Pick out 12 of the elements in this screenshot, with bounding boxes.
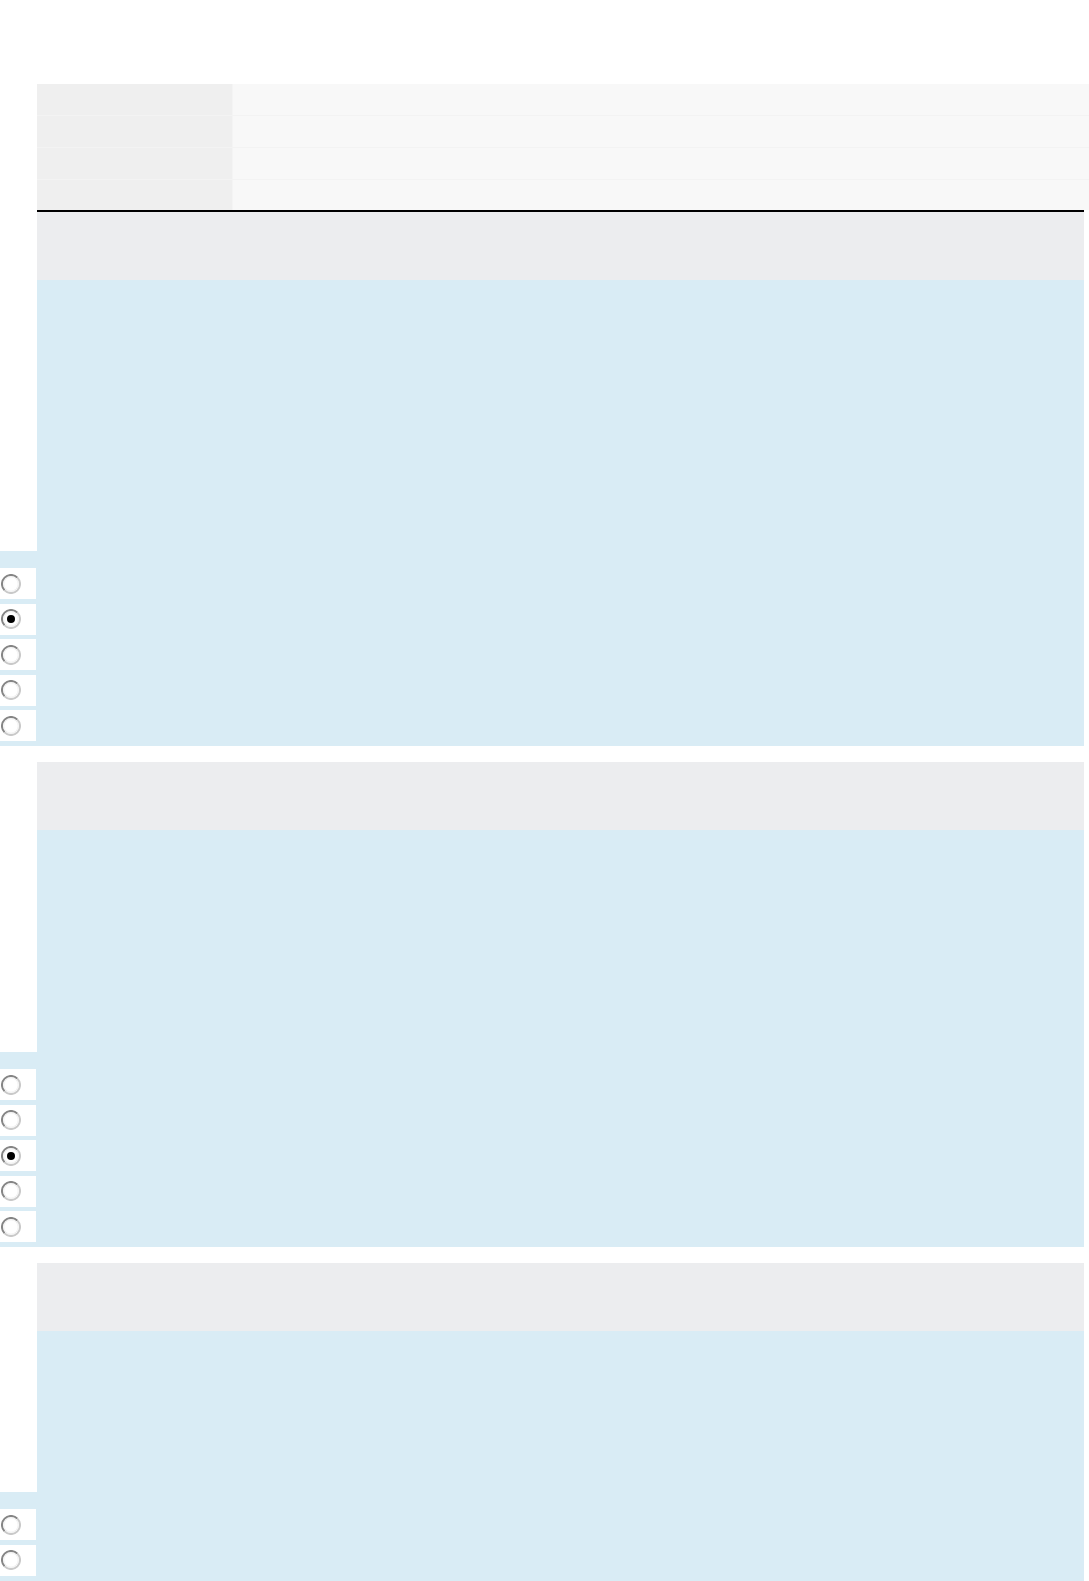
- radio-button[interactable]: [1, 1216, 21, 1237]
- radio-button[interactable]: [1, 1110, 21, 1130]
- radio-button[interactable]: [1, 1550, 21, 1570]
- radio-button[interactable]: [1, 1181, 21, 1201]
- radio-button[interactable]: [1, 1145, 21, 1166]
- radio-button[interactable]: [1, 573, 21, 594]
- radio-button[interactable]: [1, 609, 21, 629]
- radio-button[interactable]: [1, 1074, 21, 1095]
- radio-button[interactable]: [1, 1514, 21, 1535]
- radio-button[interactable]: [1, 715, 21, 736]
- radio-button[interactable]: [1, 644, 21, 665]
- radio-button[interactable]: [1, 680, 21, 700]
